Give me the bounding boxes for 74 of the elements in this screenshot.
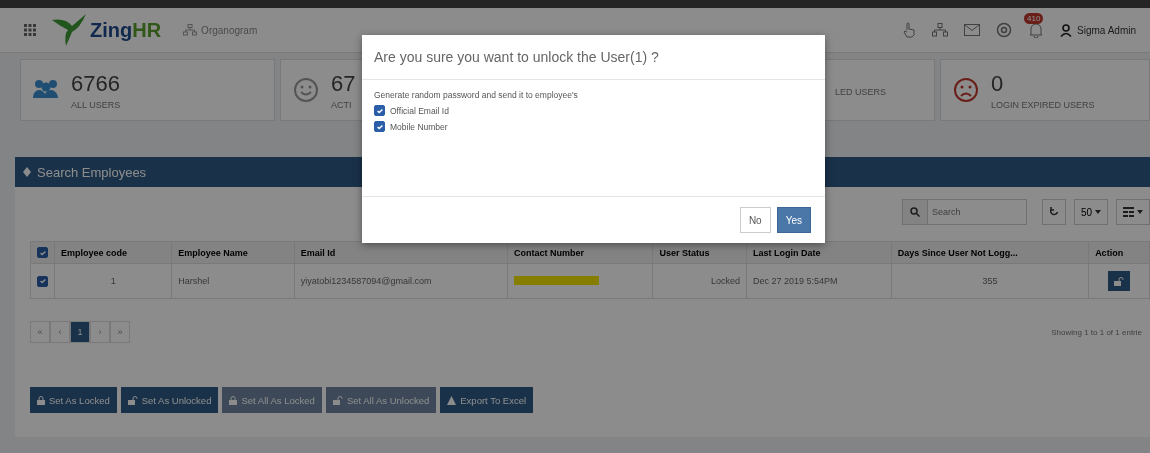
table-cell: Locked <box>652 263 747 299</box>
pagination-button[interactable]: « <box>30 321 50 344</box>
search-field[interactable]: Search <box>926 199 1027 225</box>
row-checkbox[interactable] <box>37 275 48 287</box>
column-header[interactable]: Employee Name <box>171 241 295 264</box>
panel-title: Search Employees <box>37 164 147 180</box>
stat-value: 6766 <box>71 70 121 97</box>
action-button[interactable]: Set As Unlocked <box>120 387 219 414</box>
caret-icon <box>1095 210 1101 214</box>
column-header[interactable]: Email Id <box>294 241 508 264</box>
mail-icon[interactable] <box>964 24 981 36</box>
entries-info: Showing 1 to 1 of 1 entrie <box>1051 327 1142 337</box>
refresh-button[interactable] <box>1041 199 1066 225</box>
check-icon <box>38 248 47 257</box>
column-header[interactable]: Last Login Date <box>746 241 892 264</box>
cancel-button[interactable]: No <box>739 207 771 233</box>
checkbox-label: Mobile Number <box>390 121 448 132</box>
stat-label: LED USERS <box>834 86 886 97</box>
confirm-button[interactable]: Yes <box>776 207 811 233</box>
checkbox-label: Official Email Id <box>390 105 449 116</box>
action-button[interactable]: Set As Locked <box>30 387 117 414</box>
caret-icon <box>1137 210 1143 214</box>
org-chart-icon <box>183 24 198 36</box>
user-name[interactable]: Sigma Admin <box>1077 24 1136 36</box>
select-all-checkbox[interactable] <box>37 247 48 259</box>
refresh-icon <box>1048 207 1059 217</box>
warning-icon <box>447 395 457 405</box>
table-cell: 355 <box>891 263 1089 299</box>
pagination-button[interactable]: 1 <box>70 321 90 344</box>
smiley-icon <box>293 77 319 103</box>
lock-icon <box>229 395 238 405</box>
stat-value: 0 <box>991 70 1005 97</box>
notification-bell-icon[interactable] <box>1028 22 1045 38</box>
logo-text: Zing <box>90 18 133 42</box>
organogram-link[interactable]: Organogram <box>183 24 258 36</box>
columns-icon <box>1123 207 1134 217</box>
pagination-button[interactable]: ‹ <box>50 321 70 344</box>
dialog-message: Generate random password and send it to employee's <box>374 90 579 100</box>
app-grid-icon[interactable] <box>24 24 36 36</box>
stat-label: ACTI <box>331 99 353 110</box>
column-header[interactable]: Days Since User Not Logg... <box>891 241 1089 264</box>
hierarchy-icon[interactable] <box>932 23 949 37</box>
lock-icon <box>37 395 45 405</box>
diamond-icon <box>23 167 31 177</box>
unlock-action-button[interactable] <box>1108 271 1131 292</box>
stat-label: ALL USERS <box>71 99 121 110</box>
user-icon <box>1060 23 1073 37</box>
search-icon <box>909 207 920 217</box>
stat-label: LOGIN EXPIRED USERS <box>991 99 1095 110</box>
action-button[interactable]: Export To Excel <box>440 387 534 414</box>
table-cell: Dec 27 2019 5:54PM <box>746 263 892 299</box>
check-icon <box>38 277 47 286</box>
table-cell: Harshel <box>171 263 295 299</box>
pagination-button[interactable]: › <box>90 321 110 344</box>
settings-icon[interactable] <box>996 22 1013 38</box>
table-cell: yiyatobi1234587094@gmail.com <box>294 263 508 299</box>
logo-text: HR <box>132 18 162 42</box>
columns-button[interactable] <box>1116 199 1150 225</box>
page-size-dropdown[interactable]: 50 <box>1073 199 1108 225</box>
column-header[interactable]: Action <box>1088 241 1150 264</box>
column-header[interactable]: Contact Number <box>507 241 653 264</box>
pagination-button[interactable]: » <box>110 321 130 344</box>
sad-face-icon <box>953 77 979 103</box>
column-header[interactable]: Employee code <box>54 241 172 264</box>
stat-value: 67 <box>331 70 356 97</box>
dialog-title: Are you sure you want to unlock the User(1) ? <box>362 35 825 80</box>
notification-badge: 410 <box>1024 13 1044 24</box>
table-cell: 1 <box>54 263 172 299</box>
unlock-icon <box>127 395 138 405</box>
unlock-icon <box>1114 276 1125 286</box>
search-addon[interactable] <box>901 199 927 225</box>
checkbox[interactable] <box>374 121 385 132</box>
checkbox[interactable] <box>374 105 385 116</box>
unlock-icon <box>332 395 343 405</box>
